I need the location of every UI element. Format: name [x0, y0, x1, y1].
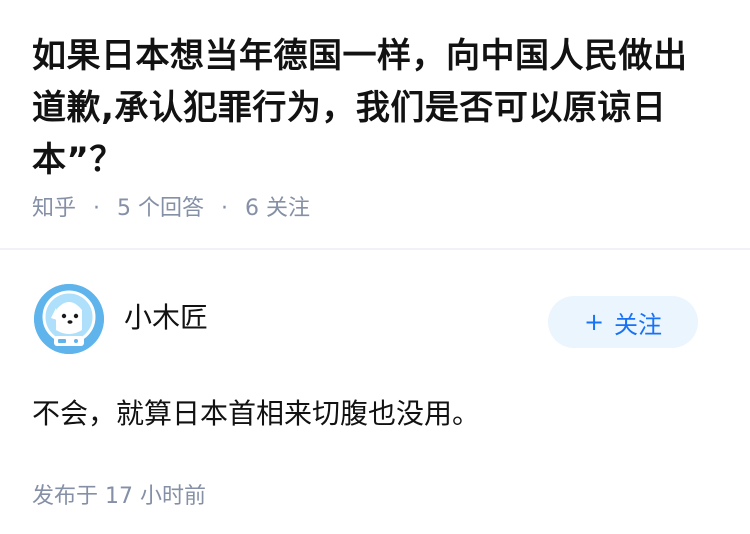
question-title[interactable]: 如果日本想当年德国一样，向中国人民做出道歉,承认犯罪行为，我们是否可以原谅日本”… [32, 30, 718, 186]
source-label[interactable]: 知乎 [32, 196, 76, 221]
avatar-mascot-icon [34, 284, 104, 354]
avatar[interactable] [34, 284, 104, 354]
followers-count: 6 关注 [245, 196, 311, 221]
meta-separator: · [93, 196, 101, 221]
question-meta: 知乎 · 5 个回答 · 6 关注 [32, 194, 718, 224]
answer-content[interactable]: 不会，就算日本首相来切腹也没用。 [32, 394, 718, 434]
follow-button[interactable]: + 关注 [548, 296, 698, 348]
follow-label: 关注 [614, 310, 663, 339]
answers-count[interactable]: 5 个回答 [117, 196, 204, 221]
author-row: 小木匠 + 关注 [32, 250, 718, 368]
publish-time: 发布于 17 小时前 [32, 484, 206, 509]
plus-icon: + [583, 308, 605, 336]
answer-card: 小木匠 + 关注 不会，就算日本首相来切腹也没用。 发布于 17 小时前 [0, 250, 750, 510]
author-name[interactable]: 小木匠 [124, 300, 208, 336]
question-header: 如果日本想当年德国一样，向中国人民做出道歉,承认犯罪行为，我们是否可以原谅日本”… [0, 0, 750, 221]
meta-separator: · [221, 196, 229, 221]
